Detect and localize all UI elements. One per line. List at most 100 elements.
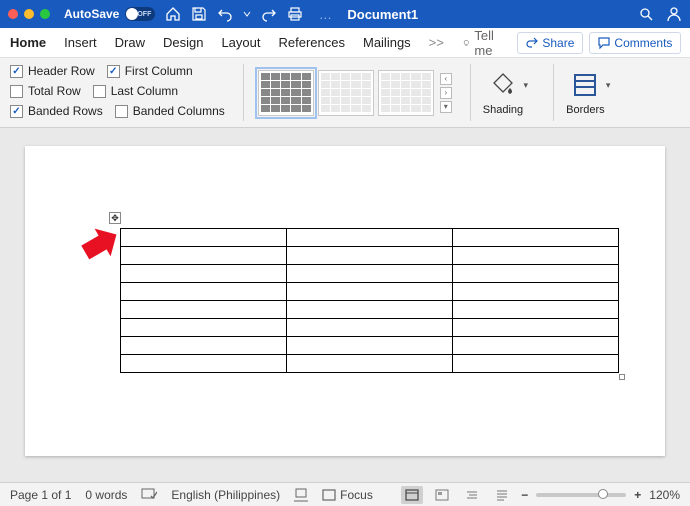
zoom-slider[interactable] <box>536 493 626 497</box>
tell-me[interactable]: Tell me <box>462 28 500 58</box>
table-row[interactable] <box>121 319 619 337</box>
tab-mailings[interactable]: Mailings <box>363 35 411 50</box>
close-window-icon[interactable] <box>8 9 18 19</box>
shading-button[interactable]: ▾ Shading <box>470 64 535 121</box>
maximize-window-icon[interactable] <box>40 9 50 19</box>
zoom-out-button[interactable]: − <box>521 488 528 502</box>
page[interactable]: ✥ <box>25 146 665 456</box>
window-controls[interactable] <box>8 9 50 19</box>
focus-label: Focus <box>340 488 373 502</box>
table-style-3[interactable] <box>378 70 434 116</box>
more-tabs-icon[interactable]: >> <box>429 35 444 50</box>
table-cell[interactable] <box>287 265 453 283</box>
first-column-checkbox[interactable]: First Column <box>107 64 193 78</box>
shading-dropdown-icon[interactable]: ▾ <box>523 80 528 91</box>
table-style-2[interactable] <box>318 70 374 116</box>
table-cell[interactable] <box>121 229 287 247</box>
home-icon[interactable] <box>165 6 181 22</box>
table-cell[interactable] <box>287 337 453 355</box>
ribbon-body: Header Row First Column Total Row Last C… <box>0 58 690 128</box>
shading-icon: ▾ <box>488 70 518 100</box>
scroll-left-icon[interactable]: ‹ <box>440 73 452 85</box>
undo-dropdown-icon[interactable] <box>243 6 251 22</box>
table-style-1[interactable] <box>258 70 314 116</box>
document-title: Document1 <box>347 6 418 22</box>
ribbon-tabs: Home Insert Draw Design Layout Reference… <box>0 28 690 58</box>
tab-layout[interactable]: Layout <box>221 35 260 50</box>
save-icon[interactable] <box>191 6 207 22</box>
table-cell[interactable] <box>121 301 287 319</box>
table-cell[interactable] <box>287 319 453 337</box>
table-cell[interactable] <box>121 355 287 373</box>
zoom-level[interactable]: 120% <box>649 488 680 502</box>
print-layout-view-icon[interactable] <box>401 486 423 504</box>
accessibility-icon[interactable] <box>294 488 308 502</box>
table-cell[interactable] <box>453 265 619 283</box>
share-button[interactable]: Share <box>517 32 583 54</box>
table-cell[interactable] <box>453 229 619 247</box>
autosave-toggle[interactable]: AutoSave OFF <box>64 7 155 21</box>
header-row-checkbox[interactable]: Header Row <box>10 64 95 78</box>
borders-button[interactable]: ▾ Borders <box>553 64 617 121</box>
shading-label: Shading <box>483 104 523 116</box>
table-cell[interactable] <box>453 319 619 337</box>
minimize-window-icon[interactable] <box>24 9 34 19</box>
table-row[interactable] <box>121 247 619 265</box>
zoom-in-button[interactable]: + <box>634 488 641 502</box>
table-row[interactable] <box>121 265 619 283</box>
spellcheck-icon[interactable] <box>141 488 157 502</box>
table-row[interactable] <box>121 301 619 319</box>
table-cell[interactable] <box>453 337 619 355</box>
scroll-right-icon[interactable]: › <box>440 87 452 99</box>
banded-columns-checkbox[interactable]: Banded Columns <box>115 104 225 118</box>
table-cell[interactable] <box>121 337 287 355</box>
table-row[interactable] <box>121 355 619 373</box>
table-row[interactable] <box>121 283 619 301</box>
last-column-checkbox[interactable]: Last Column <box>93 84 178 98</box>
table-cell[interactable] <box>287 229 453 247</box>
word-count[interactable]: 0 words <box>85 488 127 502</box>
table-cell[interactable] <box>121 283 287 301</box>
table-cell[interactable] <box>287 301 453 319</box>
table-cell[interactable] <box>287 283 453 301</box>
total-row-checkbox[interactable]: Total Row <box>10 84 81 98</box>
table-style-options-group: Header Row First Column Total Row Last C… <box>10 64 225 121</box>
language-indicator[interactable]: English (Philippines) <box>171 488 280 502</box>
autosave-switch[interactable]: OFF <box>125 7 155 21</box>
tab-insert[interactable]: Insert <box>64 35 97 50</box>
document-table[interactable] <box>120 228 619 373</box>
tab-design[interactable]: Design <box>163 35 203 50</box>
redo-icon[interactable] <box>261 6 277 22</box>
table-row[interactable] <box>121 229 619 247</box>
table-cell[interactable] <box>453 283 619 301</box>
zoom-slider-thumb[interactable] <box>598 489 608 499</box>
table-cell[interactable] <box>121 265 287 283</box>
draft-view-icon[interactable] <box>491 486 513 504</box>
tab-home[interactable]: Home <box>10 35 46 50</box>
table-cell[interactable] <box>121 247 287 265</box>
table-move-handle[interactable]: ✥ <box>109 212 121 224</box>
focus-mode-button[interactable]: Focus <box>322 488 373 502</box>
comments-button[interactable]: Comments <box>589 32 681 54</box>
banded-rows-checkbox[interactable]: Banded Rows <box>10 104 103 118</box>
table-resize-handle[interactable] <box>619 374 625 380</box>
table-cell[interactable] <box>287 355 453 373</box>
tab-references[interactable]: References <box>279 35 345 50</box>
table-cell[interactable] <box>287 247 453 265</box>
table-cell[interactable] <box>121 319 287 337</box>
table-cell[interactable] <box>453 247 619 265</box>
search-icon[interactable] <box>638 6 654 22</box>
header-row-label: Header Row <box>28 64 95 78</box>
tab-draw[interactable]: Draw <box>115 35 145 50</box>
table-cell[interactable] <box>453 355 619 373</box>
outline-view-icon[interactable] <box>461 486 483 504</box>
table-cell[interactable] <box>453 301 619 319</box>
borders-dropdown-icon[interactable]: ▾ <box>606 80 611 91</box>
table-row[interactable] <box>121 337 619 355</box>
page-indicator[interactable]: Page 1 of 1 <box>10 488 71 502</box>
account-icon[interactable] <box>666 6 682 22</box>
undo-icon[interactable] <box>217 6 233 22</box>
print-icon[interactable] <box>287 6 303 22</box>
web-layout-view-icon[interactable] <box>431 486 453 504</box>
styles-more-icon[interactable]: ▾ <box>440 101 452 113</box>
